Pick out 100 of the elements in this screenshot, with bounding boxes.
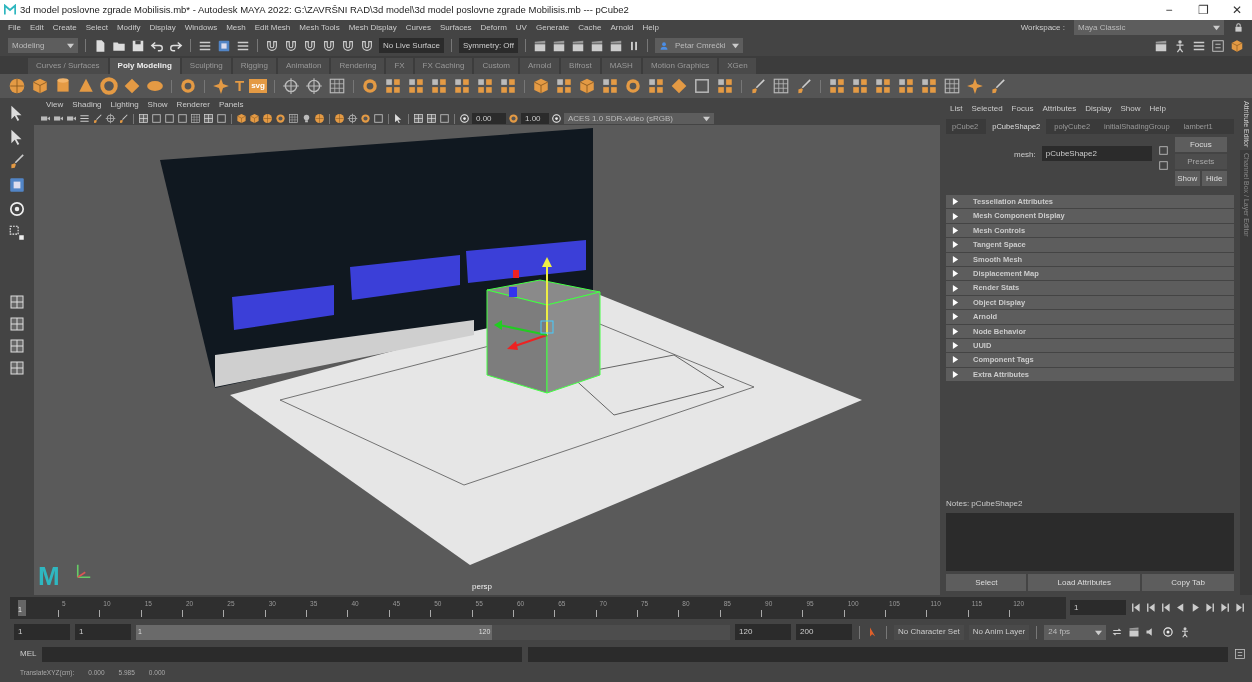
blocks-icon[interactable] <box>873 77 892 95</box>
snap-magnet-icon[interactable] <box>341 38 355 53</box>
grid-icon[interactable] <box>327 77 346 95</box>
panel-layout-icon[interactable] <box>9 338 25 354</box>
menu-item[interactable]: Mesh <box>226 21 246 34</box>
save-icon[interactable] <box>131 38 145 53</box>
snap-magnet-icon[interactable] <box>322 38 336 53</box>
frame-icon[interactable] <box>164 113 175 124</box>
menu-item[interactable]: Cache <box>578 21 602 34</box>
step-back-icon[interactable] <box>1160 602 1171 613</box>
exposure-field[interactable]: 0.00 <box>472 113 506 124</box>
gamma-field[interactable]: 1.00 <box>521 113 549 124</box>
shelf-tab[interactable]: Curves / Surfaces <box>28 58 108 74</box>
node-name-field[interactable]: pCubeShape2 <box>1041 146 1152 161</box>
maximize-button[interactable]: ❐ <box>1188 1 1218 19</box>
cube-icon[interactable] <box>236 113 247 124</box>
shelf-tab[interactable]: FX <box>386 58 413 74</box>
render-clapper-icon[interactable] <box>589 38 604 53</box>
render-clapper-icon[interactable] <box>532 38 547 53</box>
command-input[interactable] <box>42 646 523 662</box>
command-language-label[interactable]: MEL <box>20 648 37 660</box>
blocks-icon[interactable] <box>850 77 869 95</box>
blocks-icon[interactable] <box>452 77 471 95</box>
viewport-menu-item[interactable]: Show <box>147 99 168 111</box>
bookmark-icon[interactable] <box>79 113 90 124</box>
workspace-dropdown[interactable]: Maya Classic <box>1074 20 1224 35</box>
menu-item[interactable]: File <box>8 21 21 34</box>
output-connection-icon[interactable] <box>1157 160 1169 171</box>
snap-magnet-icon[interactable] <box>303 38 317 53</box>
shelf-tab[interactable]: Custom <box>474 58 518 74</box>
blocks-icon[interactable] <box>554 77 573 95</box>
menu-item[interactable]: Generate <box>535 21 570 34</box>
cube-icon[interactable] <box>31 77 49 95</box>
mode-dropdown[interactable]: Modeling <box>8 38 78 53</box>
editor-action-button[interactable]: Copy Tab <box>1142 574 1234 591</box>
plane-icon[interactable] <box>669 77 688 95</box>
ring-icon[interactable] <box>179 77 197 95</box>
sphere-icon[interactable] <box>262 113 273 124</box>
viewport-menu-item[interactable]: Shading <box>72 99 102 111</box>
blocks-icon[interactable] <box>429 77 448 95</box>
skip-to-start-icon[interactable] <box>1130 602 1141 613</box>
lock-icon[interactable] <box>1233 22 1244 33</box>
end-time-field[interactable]: 200 <box>796 624 852 640</box>
anim-layer-dropdown[interactable]: No Anim Layer <box>968 624 1030 640</box>
input-connection-icon[interactable] <box>1157 145 1169 156</box>
camera-icon[interactable] <box>66 113 77 124</box>
cube-icon[interactable] <box>577 77 596 95</box>
menu-item[interactable]: Display <box>149 21 176 34</box>
editor-action-button[interactable]: Load Attributes <box>1028 574 1141 591</box>
live-surface-field[interactable]: No Live Surface <box>379 38 444 53</box>
menu-item[interactable]: UV <box>515 21 527 34</box>
menu-item[interactable]: Mesh Tools <box>299 21 340 34</box>
ring-icon[interactable] <box>360 77 379 95</box>
cube-icon[interactable] <box>249 113 260 124</box>
play-backward-icon[interactable] <box>1175 602 1186 613</box>
playback-options-icon[interactable] <box>1128 626 1141 638</box>
frame-icon[interactable] <box>151 113 162 124</box>
torus-icon[interactable] <box>100 77 118 95</box>
play-forward-icon[interactable] <box>1190 602 1201 613</box>
symmetry-field[interactable]: Symmetry: Off <box>458 38 518 53</box>
attribute-menu-item[interactable]: Display <box>1085 103 1112 115</box>
shelf-tab[interactable]: Arnold <box>519 58 560 74</box>
rotate-tool-icon[interactable] <box>8 200 26 218</box>
close-button[interactable]: ✕ <box>1222 1 1252 19</box>
ring-icon[interactable] <box>275 113 286 124</box>
grid-icon[interactable] <box>771 77 790 95</box>
square-icon[interactable] <box>692 77 711 95</box>
shelf-tab[interactable]: Bifrost <box>561 58 600 74</box>
loop-icon[interactable] <box>1111 626 1124 638</box>
color-space-dropdown[interactable]: ACES 1.0 SDR-video (sRGB) <box>564 113 714 124</box>
blocks-icon[interactable] <box>498 77 517 95</box>
shelf-tab[interactable]: XGen <box>719 58 756 74</box>
editor-action-button[interactable]: Select <box>946 574 1027 591</box>
menu-item[interactable]: Mesh Display <box>348 21 397 34</box>
current-frame-field[interactable]: 1 <box>1070 600 1126 615</box>
attribute-menu-item[interactable]: Show <box>1120 103 1141 115</box>
pivot-icon[interactable] <box>281 77 300 95</box>
scale-tool-icon[interactable] <box>8 224 26 242</box>
brush-icon[interactable] <box>92 113 103 124</box>
shelf-tab[interactable]: Sculpting <box>181 58 231 74</box>
focus-button[interactable]: Focus <box>1174 137 1227 152</box>
render-clapper-icon[interactable] <box>570 38 585 53</box>
frame-icon[interactable] <box>439 113 450 124</box>
menu-item[interactable]: Edit Mesh <box>254 21 291 34</box>
viewport-menu-item[interactable]: Lighting <box>110 99 139 111</box>
minimize-button[interactable]: − <box>1154 1 1184 19</box>
fps-dropdown[interactable]: 24 fps <box>1044 624 1107 640</box>
cylinder-icon[interactable] <box>54 77 72 95</box>
cone-icon[interactable] <box>77 77 95 95</box>
sphere-icon[interactable] <box>334 113 345 124</box>
grid-icon[interactable] <box>190 113 201 124</box>
blocks-icon[interactable] <box>600 77 619 95</box>
shelf-tab[interactable]: Motion Graphics <box>642 58 718 74</box>
blocks-icon[interactable] <box>406 77 425 95</box>
menu-item[interactable]: Curves <box>405 21 431 34</box>
pivot-icon[interactable] <box>105 113 116 124</box>
shelf-tab[interactable]: Animation <box>277 58 330 74</box>
step-forward-icon[interactable] <box>1205 602 1216 613</box>
menu-item[interactable]: Select <box>85 21 108 34</box>
menu-item[interactable]: Surfaces <box>440 21 472 34</box>
